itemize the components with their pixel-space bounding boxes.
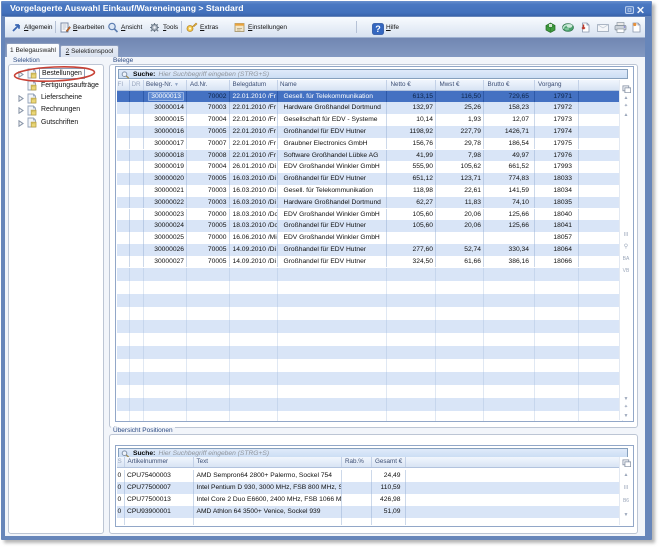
svg-text:?: ? [375,24,381,34]
